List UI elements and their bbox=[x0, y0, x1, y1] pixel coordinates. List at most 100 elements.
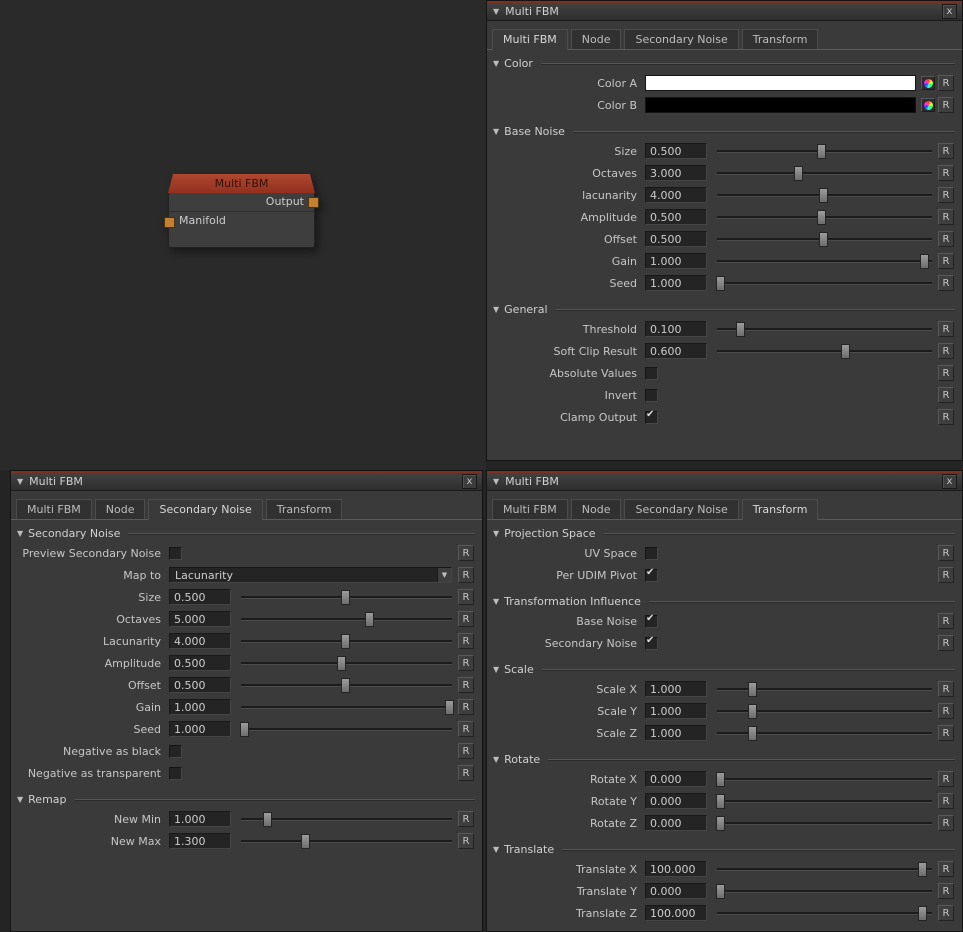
slider[interactable] bbox=[241, 808, 452, 830]
value-input[interactable] bbox=[645, 231, 707, 247]
tab-node[interactable]: Node bbox=[571, 499, 622, 519]
slider-handle[interactable] bbox=[301, 834, 310, 849]
tab-transform[interactable]: Transform bbox=[742, 499, 819, 520]
slider-handle[interactable] bbox=[748, 726, 757, 741]
slider-handle[interactable] bbox=[716, 276, 725, 291]
slider[interactable] bbox=[241, 586, 452, 608]
slider[interactable] bbox=[717, 768, 932, 790]
reset-button[interactable]: R bbox=[938, 75, 954, 91]
panel-titlebar[interactable]: ▼ Multi FBM x bbox=[487, 3, 962, 21]
node-graph-view[interactable]: Multi FBM Output Manifold bbox=[0, 0, 486, 470]
reset-button[interactable]: R bbox=[938, 725, 954, 741]
collapse-triangle-icon[interactable]: ▼ bbox=[493, 477, 499, 486]
slider[interactable] bbox=[717, 858, 932, 880]
reset-button[interactable]: R bbox=[458, 655, 474, 671]
tab-node[interactable]: Node bbox=[571, 29, 622, 49]
checkbox[interactable] bbox=[645, 367, 658, 380]
slider[interactable] bbox=[717, 162, 932, 184]
value-input[interactable] bbox=[645, 815, 707, 831]
slider-handle[interactable] bbox=[716, 884, 725, 899]
checkbox[interactable]: ✔ bbox=[645, 615, 658, 628]
slider-handle[interactable] bbox=[716, 816, 725, 831]
checkbox[interactable]: ✔ bbox=[645, 637, 658, 650]
slider-handle[interactable] bbox=[341, 678, 350, 693]
slider-handle[interactable] bbox=[748, 704, 757, 719]
reset-button[interactable]: R bbox=[458, 545, 474, 561]
value-input[interactable] bbox=[169, 699, 231, 715]
slider-handle[interactable] bbox=[819, 188, 828, 203]
slider-handle[interactable] bbox=[337, 656, 346, 671]
reset-button[interactable]: R bbox=[938, 187, 954, 203]
slider-handle[interactable] bbox=[920, 254, 929, 269]
tab-transform[interactable]: Transform bbox=[742, 29, 819, 49]
value-input[interactable] bbox=[645, 209, 707, 225]
reset-button[interactable]: R bbox=[458, 765, 474, 781]
slider-handle[interactable] bbox=[263, 812, 272, 827]
reset-button[interactable]: R bbox=[938, 143, 954, 159]
close-button[interactable]: x bbox=[942, 4, 957, 19]
slider[interactable] bbox=[717, 812, 932, 834]
reset-button[interactable]: R bbox=[938, 321, 954, 337]
reset-button[interactable]: R bbox=[458, 567, 474, 583]
reset-button[interactable]: R bbox=[938, 861, 954, 877]
reset-button[interactable]: R bbox=[938, 545, 954, 561]
slider-handle[interactable] bbox=[748, 682, 757, 697]
slider[interactable] bbox=[241, 674, 452, 696]
section-header[interactable]: ▼Translate bbox=[487, 840, 962, 858]
reset-button[interactable]: R bbox=[938, 905, 954, 921]
value-input[interactable] bbox=[645, 165, 707, 181]
value-input[interactable] bbox=[169, 811, 231, 827]
slider-handle[interactable] bbox=[240, 722, 249, 737]
value-input[interactable] bbox=[169, 611, 231, 627]
slider[interactable] bbox=[717, 790, 932, 812]
reset-button[interactable]: R bbox=[458, 743, 474, 759]
checkbox[interactable] bbox=[169, 767, 182, 780]
section-header[interactable]: ▼Remap bbox=[11, 790, 482, 808]
reset-button[interactable]: R bbox=[938, 97, 954, 113]
reset-button[interactable]: R bbox=[938, 703, 954, 719]
slider-handle[interactable] bbox=[716, 794, 725, 809]
reset-button[interactable]: R bbox=[938, 231, 954, 247]
value-input[interactable] bbox=[645, 321, 707, 337]
slider[interactable] bbox=[241, 652, 452, 674]
reset-button[interactable]: R bbox=[938, 681, 954, 697]
value-input[interactable] bbox=[645, 725, 707, 741]
section-header[interactable]: ▼Transformation Influence bbox=[487, 592, 962, 610]
slider[interactable] bbox=[717, 184, 932, 206]
slider[interactable] bbox=[241, 630, 452, 652]
slider-handle[interactable] bbox=[736, 322, 745, 337]
slider-handle[interactable] bbox=[817, 144, 826, 159]
reset-button[interactable]: R bbox=[938, 635, 954, 651]
slider[interactable] bbox=[717, 140, 932, 162]
slider-handle[interactable] bbox=[841, 344, 850, 359]
reset-button[interactable]: R bbox=[938, 165, 954, 181]
node-header[interactable]: Multi FBM bbox=[168, 174, 315, 193]
reset-button[interactable]: R bbox=[938, 343, 954, 359]
color-picker-button[interactable] bbox=[921, 98, 935, 112]
tab-node[interactable]: Node bbox=[95, 499, 146, 519]
value-input[interactable] bbox=[645, 861, 707, 877]
reset-button[interactable]: R bbox=[938, 253, 954, 269]
tab-secondary-noise[interactable]: Secondary Noise bbox=[624, 29, 738, 49]
value-input[interactable] bbox=[645, 681, 707, 697]
value-input[interactable] bbox=[645, 905, 707, 921]
checkbox[interactable] bbox=[645, 389, 658, 402]
slider[interactable] bbox=[717, 228, 932, 250]
value-input[interactable] bbox=[169, 677, 231, 693]
reset-button[interactable]: R bbox=[938, 613, 954, 629]
tab-multi-fbm[interactable]: Multi FBM bbox=[492, 29, 568, 50]
color-swatch[interactable] bbox=[645, 97, 916, 113]
collapse-triangle-icon[interactable]: ▼ bbox=[17, 477, 23, 486]
reset-button[interactable]: R bbox=[938, 209, 954, 225]
slider[interactable] bbox=[717, 340, 932, 362]
checkbox[interactable]: ✔ bbox=[645, 569, 658, 582]
slider[interactable] bbox=[717, 272, 932, 294]
value-input[interactable] bbox=[169, 655, 231, 671]
value-input[interactable] bbox=[645, 793, 707, 809]
slider[interactable] bbox=[241, 696, 452, 718]
tab-secondary-noise[interactable]: Secondary Noise bbox=[148, 499, 262, 520]
section-header[interactable]: ▼Projection Space bbox=[487, 524, 962, 542]
value-input[interactable] bbox=[169, 833, 231, 849]
reset-button[interactable]: R bbox=[458, 633, 474, 649]
close-button[interactable]: x bbox=[942, 474, 957, 489]
